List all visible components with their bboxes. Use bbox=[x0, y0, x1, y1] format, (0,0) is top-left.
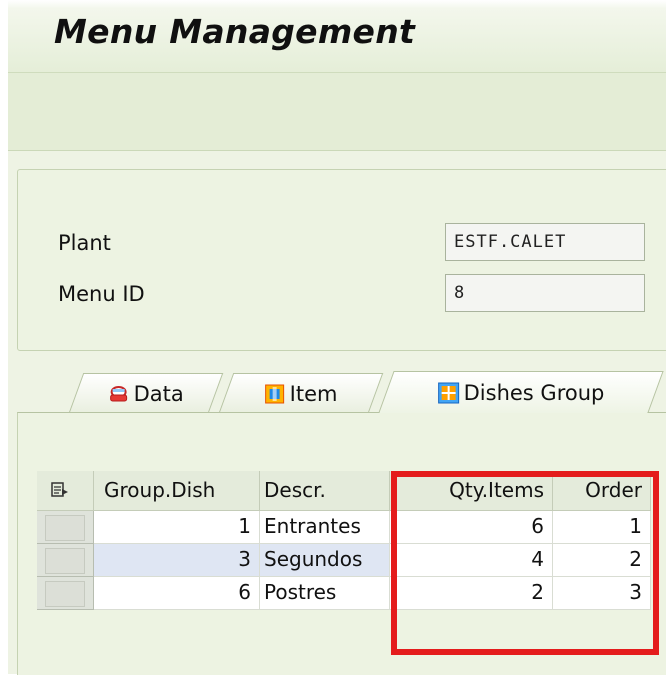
column-header-descr[interactable]: Descr. bbox=[260, 471, 390, 511]
application-toolbar bbox=[8, 72, 666, 151]
page-title: Menu Management bbox=[54, 12, 416, 51]
column-settings-button[interactable] bbox=[37, 471, 94, 511]
tab-item[interactable]: Item bbox=[218, 373, 384, 413]
menu-id-field[interactable]: 8 bbox=[445, 274, 645, 312]
table-cell-order[interactable]: 2 bbox=[553, 544, 651, 577]
table-cell-group-dish[interactable]: 1 bbox=[94, 511, 260, 544]
plant-label: Plant bbox=[58, 231, 111, 255]
table-cell-order[interactable]: 3 bbox=[553, 577, 651, 610]
grid-icon bbox=[437, 382, 459, 404]
row-selector[interactable] bbox=[37, 544, 94, 577]
column-header-qty-items[interactable]: Qty.Items bbox=[390, 471, 553, 511]
tablecloth-icon bbox=[108, 383, 130, 405]
table-cell-order[interactable]: 1 bbox=[553, 511, 651, 544]
row-selector[interactable] bbox=[37, 511, 94, 544]
column-header-group-dish[interactable]: Group.Dish bbox=[94, 471, 260, 511]
menu-id-label: Menu ID bbox=[58, 282, 145, 306]
tab-data-label: Data bbox=[133, 381, 184, 406]
column-header-order[interactable]: Order bbox=[553, 471, 651, 511]
table-cell-qty-items[interactable]: 6 bbox=[390, 511, 553, 544]
layout-icon bbox=[51, 480, 69, 504]
item-icon bbox=[264, 383, 286, 405]
table-cell-descr[interactable]: Postres bbox=[260, 577, 390, 610]
table-cell-descr[interactable]: Segundos bbox=[260, 544, 390, 577]
row-selector[interactable] bbox=[37, 577, 94, 610]
table-cell-descr[interactable]: Entrantes bbox=[260, 511, 390, 544]
title-bar: Menu Management bbox=[8, 0, 666, 72]
tab-data[interactable]: Data bbox=[68, 373, 224, 413]
table-cell-qty-items[interactable]: 2 bbox=[390, 577, 553, 610]
table-cell-group-dish[interactable]: 6 bbox=[94, 577, 260, 610]
table-cell-qty-items[interactable]: 4 bbox=[390, 544, 553, 577]
plant-field[interactable]: ESTF.CALET bbox=[445, 223, 645, 261]
tab-item-label: Item bbox=[289, 381, 338, 406]
table-cell-group-dish[interactable]: 3 bbox=[94, 544, 260, 577]
tab-dishes-group[interactable]: Dishes Group bbox=[378, 371, 664, 413]
tab-dishes-group-label: Dishes Group bbox=[463, 380, 605, 405]
